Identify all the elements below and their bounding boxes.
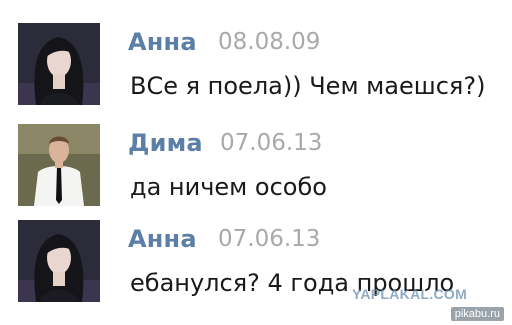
author-name[interactable]: Анна	[128, 28, 197, 56]
author-name[interactable]: Дима	[128, 129, 203, 157]
source-watermark: pikabu.ru	[450, 307, 504, 321]
message-text: да ничем особо	[130, 173, 327, 201]
message: Анна 08.08.09 ВСе я поела)) Чем маешся?)	[0, 17, 512, 113]
message-date: 07.06.13	[220, 130, 323, 156]
author-name[interactable]: Анна	[128, 225, 197, 253]
message: Дима 07.06.13 да ничем особо	[0, 118, 512, 214]
girl-avatar-icon[interactable]	[18, 220, 100, 302]
girl-avatar-icon[interactable]	[18, 23, 100, 105]
message-date: 08.08.09	[218, 29, 321, 55]
boy-avatar-icon[interactable]	[18, 124, 100, 206]
message-text: ВСе я поела)) Чем маешся?)	[130, 72, 486, 100]
site-watermark: YAPLAKAL.COM	[352, 286, 468, 302]
message-date: 07.06.13	[218, 226, 321, 252]
